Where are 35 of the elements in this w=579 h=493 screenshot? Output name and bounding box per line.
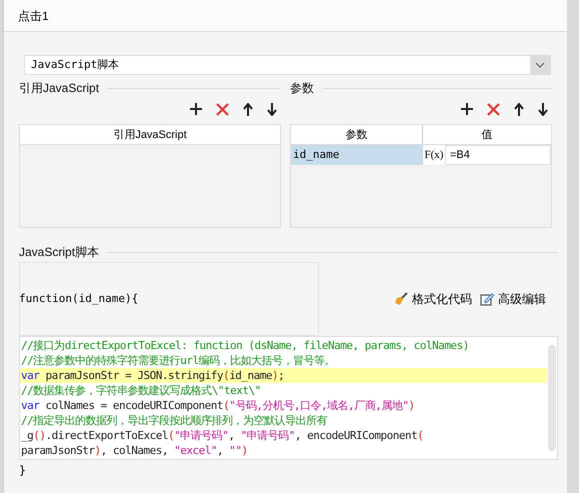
add-icon[interactable] [461,103,473,115]
arrow-down-icon[interactable] [538,102,548,116]
code-line: paramJsonStr), colNames, "excel", "") [20,443,249,458]
section-title: 引用JavaScript [19,80,100,97]
formula-button[interactable]: F(x) [423,145,445,165]
chevron-down-icon [535,62,545,68]
section-title: 参数 [290,80,314,97]
script-type-dropdown[interactable]: JavaScript脚本 [24,55,551,75]
code-line: //注意参数中的特殊字符需要进行url编码，比如大括号，冒号等。 [20,353,336,368]
code-line: //数据集传参，字符串参数建议写成格式\"text\" [20,383,262,398]
scrollbar[interactable] [548,345,556,451]
column-header: 参数 [291,125,423,144]
function-header: function(id_name){ [19,290,138,307]
code-line: //接口为directExportToExcel: function (dsName, fileName, params, colNames) [20,338,470,353]
window-title: 点击1 [4,0,567,32]
code-line: //指定导出的数据列，导出字段按此顺序排列，为空默认导出所有 [20,413,328,428]
code-line: var colNames = encodeURIComponent("号码,分机号,口令,域名,厂商,属地") [20,398,416,413]
param-name-cell[interactable]: id_name [291,145,423,165]
arrow-up-icon[interactable] [243,102,253,116]
delete-icon[interactable] [487,102,500,116]
section-title: JavaScript脚本 [19,244,100,261]
broom-icon [394,292,408,306]
code-line: _g().directExportToExcel("申请号码", "申请号码", encodeURIComponent( [20,428,424,443]
arrow-up-icon[interactable] [514,102,524,116]
format-code-button[interactable]: 格式化代码 [394,290,472,308]
edit-icon [480,292,494,306]
delete-icon[interactable] [216,102,229,116]
function-footer: } [19,462,552,480]
arrow-down-icon[interactable] [267,102,277,116]
column-header: 值 [480,128,494,143]
column-header: 引用JavaScript [112,128,188,143]
advanced-edit-button[interactable]: 高级编辑 [480,290,546,308]
value-field[interactable]: =B4 [445,145,551,165]
add-icon[interactable] [190,103,202,115]
code-editor[interactable] [19,336,558,460]
